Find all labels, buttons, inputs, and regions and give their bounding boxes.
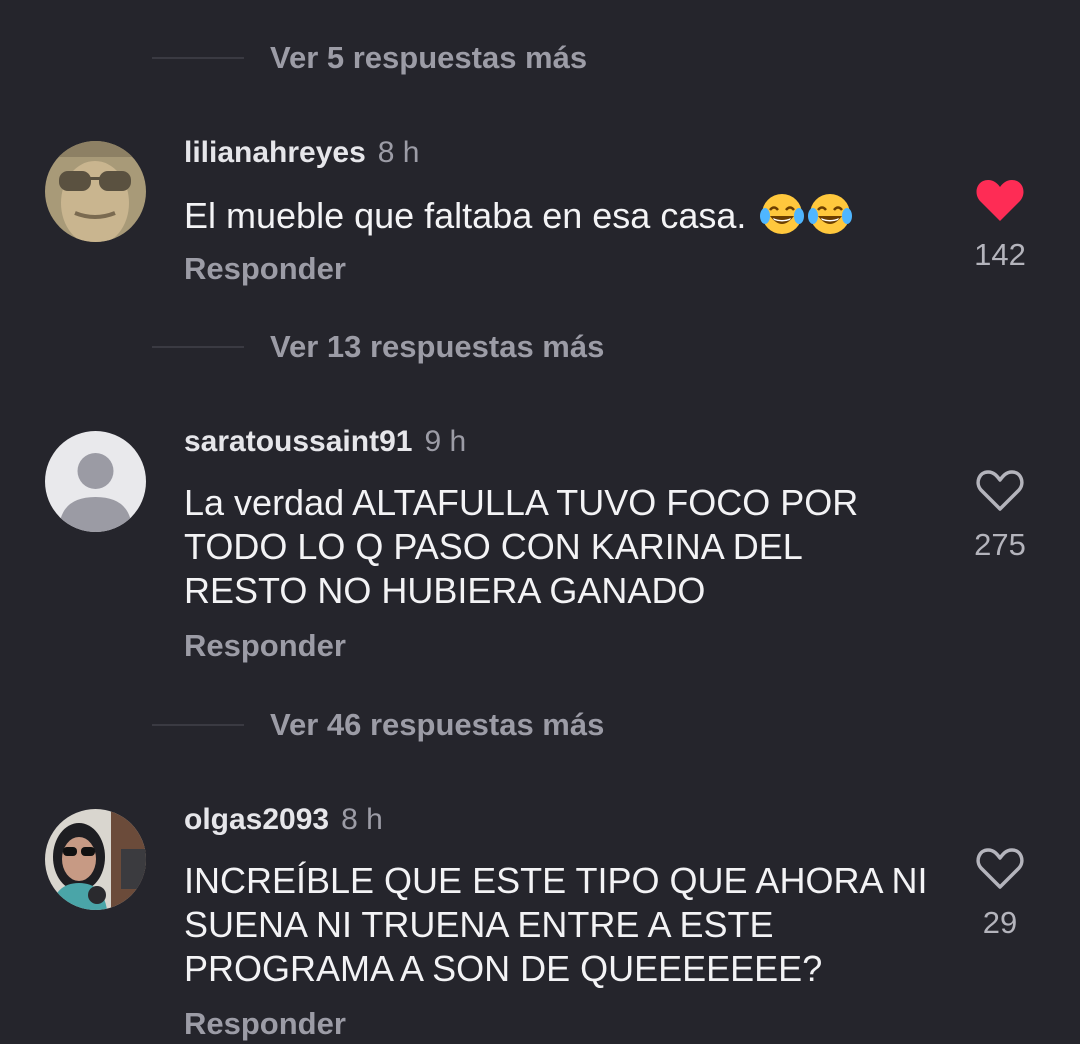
view-more-replies[interactable]: Ver 13 respuestas más [152, 327, 604, 367]
comment-meta: lilianahreyes 8 h [184, 136, 420, 172]
reply-button[interactable]: Responder [184, 628, 346, 664]
avatar[interactable] [45, 809, 146, 910]
face-with-tears-of-joy-icon [760, 192, 805, 236]
face-with-tears-of-joy-icon [808, 192, 853, 236]
heart-filled-icon[interactable] [975, 177, 1025, 223]
view-more-replies[interactable]: Ver 46 respuestas más [152, 705, 604, 745]
reply-button[interactable]: Responder [184, 1006, 346, 1042]
view-more-replies[interactable]: Ver 5 respuestas más [152, 38, 587, 78]
like-count: 29 [982, 905, 1018, 940]
comment-text: La verdad ALTAFULLA TUVO FOCO POR TODO L… [184, 482, 859, 611]
comment-text: El mueble que faltaba en esa casa. [184, 192, 934, 238]
heart-outline-icon[interactable] [975, 467, 1025, 513]
timestamp: 8 h [341, 803, 383, 836]
username[interactable]: olgas2093 [184, 803, 329, 837]
like-button[interactable]: 275 [955, 467, 1045, 563]
avatar[interactable] [45, 431, 146, 532]
like-count: 142 [974, 237, 1026, 272]
username[interactable]: saratoussaint91 [184, 425, 412, 459]
comment-text-body: El mueble que faltaba en esa casa. [184, 195, 747, 236]
like-count: 275 [974, 527, 1026, 562]
comment-meta: saratoussaint91 9 h [184, 425, 466, 461]
comment-text: INCREÍBLE QUE ESTE TIPO QUE AHORA NI SUE… [184, 860, 928, 989]
timestamp: 9 h [424, 425, 467, 458]
view-more-replies-label[interactable]: Ver 5 respuestas más [270, 40, 587, 76]
comment-meta: olgas2093 8 h [184, 803, 383, 839]
like-button[interactable]: 142 [955, 177, 1045, 273]
avatar[interactable] [45, 141, 146, 242]
view-more-replies-label[interactable]: Ver 46 respuestas más [270, 707, 604, 743]
divider [152, 346, 244, 348]
reply-button[interactable]: Responder [184, 251, 346, 287]
divider [152, 724, 244, 726]
timestamp: 8 h [377, 136, 420, 169]
divider [152, 57, 244, 59]
view-more-replies-label[interactable]: Ver 13 respuestas más [270, 329, 604, 365]
username[interactable]: lilianahreyes [184, 136, 366, 170]
like-button[interactable]: 29 [955, 845, 1045, 941]
heart-outline-icon[interactable] [975, 845, 1025, 891]
